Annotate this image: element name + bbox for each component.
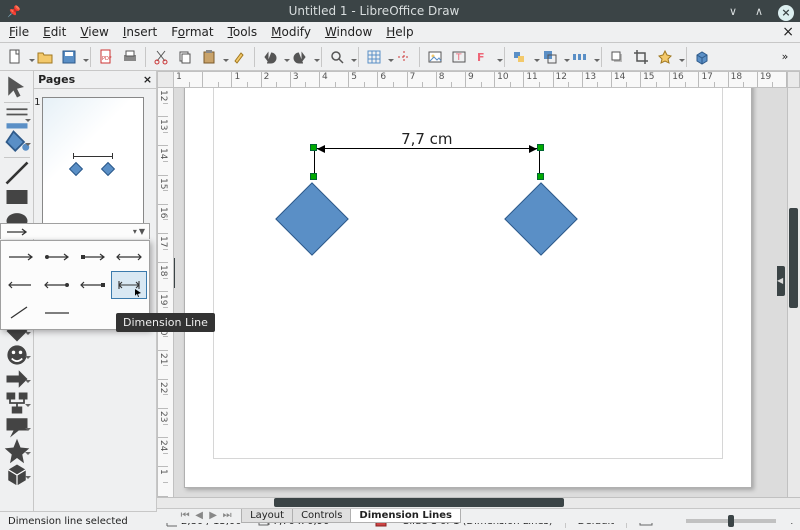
line-tool[interactable] [3, 161, 31, 185]
menu-format[interactable]: Format [164, 22, 220, 42]
overflow-button[interactable]: » [773, 45, 797, 69]
copy-button[interactable] [173, 45, 197, 69]
extrusion-button[interactable] [690, 45, 714, 69]
menu-tools[interactable]: Tools [221, 22, 265, 42]
clone-button[interactable] [227, 45, 251, 69]
arrow-option-line-arrow-circle[interactable] [39, 271, 75, 299]
tab-nav-next[interactable]: ▶ [206, 509, 220, 523]
page-number: 1 [34, 97, 40, 108]
close-button[interactable]: × [778, 5, 794, 21]
status-selection: Dimension line selected [4, 516, 154, 527]
print-button[interactable] [118, 45, 142, 69]
menu-view[interactable]: View [73, 22, 115, 42]
pages-panel-title: Pages [38, 73, 75, 86]
image-button[interactable] [423, 45, 447, 69]
arrow-option-line-square-arrow[interactable] [75, 243, 111, 271]
draw-area: 112345678910111213141516171819 121314151… [157, 71, 800, 511]
left-panel-handle[interactable] [174, 258, 175, 288]
menu-file[interactable]: File [2, 22, 36, 42]
menu-help[interactable]: Help [379, 22, 420, 42]
ruler-corner [157, 71, 174, 88]
crop-button[interactable] [629, 45, 653, 69]
selection-handle[interactable] [537, 173, 544, 180]
dimension-line[interactable] [314, 148, 540, 149]
arrow-picker-header[interactable]: ▾▼ [0, 223, 150, 239]
menu-insert[interactable]: Insert [116, 22, 164, 42]
star-tool[interactable] [3, 439, 31, 463]
menu-edit[interactable]: Edit [36, 22, 73, 42]
export-pdf-button[interactable]: PDF [94, 45, 118, 69]
page-thumbnail[interactable] [42, 97, 144, 225]
pages-panel-close[interactable]: × [143, 73, 152, 86]
selection-handle[interactable] [310, 173, 317, 180]
save-button[interactable] [57, 45, 87, 69]
menubar: File Edit View Insert Format Tools Modif… [0, 22, 800, 43]
pin-icon[interactable]: 📌 [0, 5, 28, 18]
canvas-viewport[interactable]: 7,7 cm [174, 88, 787, 497]
undo-button[interactable] [258, 45, 288, 69]
right-panel-handle[interactable] [777, 266, 785, 296]
arrange-button[interactable] [538, 45, 568, 69]
helplines-button[interactable] [392, 45, 416, 69]
tab-layout[interactable]: Layout [241, 509, 293, 523]
callout-tool[interactable] [3, 415, 31, 439]
cut-button[interactable] [149, 45, 173, 69]
titlebar: 📌 Untitled 1 - LibreOffice Draw ∨ ∧ × [0, 0, 800, 22]
tab-nav-prev[interactable]: ◀ [192, 509, 206, 523]
horizontal-scrollbar[interactable] [157, 497, 800, 508]
textbox-button[interactable]: T [447, 45, 471, 69]
selection-handle[interactable] [537, 144, 544, 151]
arrow-option-line-ends-arrow[interactable] [3, 243, 39, 271]
new-button[interactable] [3, 45, 33, 69]
symbol-shapes-tool[interactable] [3, 343, 31, 367]
shadow-button[interactable] [605, 45, 629, 69]
arrow-option-dimension-line[interactable] [111, 271, 147, 299]
arrow-option-line[interactable] [39, 299, 75, 327]
fill-color-tool[interactable] [3, 130, 31, 154]
arrow-option-line-circle-arrow[interactable] [39, 243, 75, 271]
tooltip: Dimension Line [116, 313, 215, 332]
3d-tool[interactable] [3, 463, 31, 487]
distribute-button[interactable] [568, 45, 598, 69]
dimension-text: 7,7 cm [399, 130, 454, 148]
open-button[interactable] [33, 45, 57, 69]
paste-button[interactable] [197, 45, 227, 69]
menu-window[interactable]: Window [318, 22, 379, 42]
pages-panel-header: Pages × [34, 71, 156, 89]
block-arrows-tool[interactable] [3, 367, 31, 391]
svg-text:PDF: PDF [102, 56, 112, 62]
horizontal-ruler[interactable]: 112345678910111213141516171819 [174, 71, 787, 88]
doc-close-button[interactable]: × [782, 24, 794, 40]
grid-button[interactable] [362, 45, 392, 69]
svg-text:F: F [477, 51, 485, 64]
arrow-option-line-starts-arrow[interactable] [3, 271, 39, 299]
arrow-option-line-45[interactable] [3, 299, 39, 327]
zoom-button[interactable] [325, 45, 355, 69]
maximize-button[interactable]: ∧ [746, 0, 772, 22]
vertical-scrollbar[interactable] [787, 88, 800, 497]
vertical-ruler[interactable]: 121314151617181920212223241 [157, 88, 174, 497]
flowchart-tool[interactable] [3, 391, 31, 415]
filter-button[interactable] [653, 45, 683, 69]
svg-text:T: T [455, 53, 462, 63]
rectangle-tool[interactable] [3, 185, 31, 209]
window-title: Untitled 1 - LibreOffice Draw [28, 4, 720, 18]
arrow-option-line-arrows[interactable] [111, 243, 147, 271]
main-toolbar: PDF T F » [0, 43, 800, 71]
minimize-button[interactable]: ∨ [720, 0, 746, 22]
tab-dimension[interactable]: Dimension Lines [350, 509, 461, 523]
arrow-option-line-arrow-square[interactable] [75, 271, 111, 299]
tab-controls[interactable]: Controls [292, 509, 351, 523]
fontwork-button[interactable]: F [471, 45, 501, 69]
select-tool[interactable] [3, 75, 31, 99]
line-color-tool[interactable] [3, 106, 31, 130]
selection-handle[interactable] [310, 144, 317, 151]
tab-nav-first[interactable]: ⏮ [178, 509, 192, 523]
menu-modify[interactable]: Modify [264, 22, 318, 42]
tab-nav-last[interactable]: ⏭ [220, 509, 234, 523]
align-button[interactable] [508, 45, 538, 69]
zoom-slider[interactable] [686, 519, 776, 523]
redo-button[interactable] [288, 45, 318, 69]
